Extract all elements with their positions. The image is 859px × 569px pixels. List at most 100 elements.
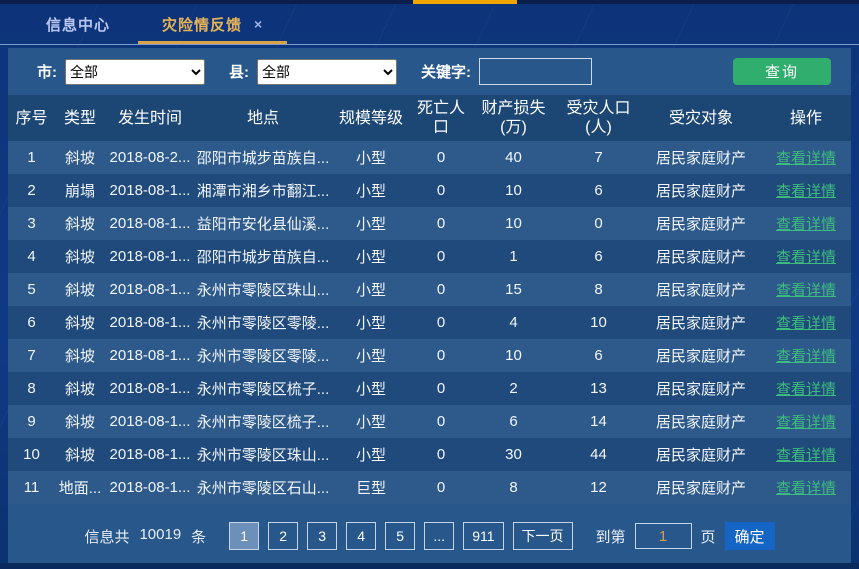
county-label: 县: xyxy=(229,61,249,82)
table-row: 1 斜坡 2018-08-2... 邵阳市城步苗族自... 小型 0 40 7 … xyxy=(8,141,851,174)
cell-deaths: 0 xyxy=(411,174,471,207)
cell-type: 斜坡 xyxy=(55,207,105,240)
cell-affected: 7 xyxy=(556,141,641,174)
cell-type: 斜坡 xyxy=(55,405,105,438)
page-button[interactable]: 2 xyxy=(268,522,298,550)
cell-affected: 0 xyxy=(556,207,641,240)
total-prefix: 信息共 xyxy=(84,526,129,547)
page-button[interactable]: 911 xyxy=(463,522,503,550)
page-button[interactable]: 3 xyxy=(307,522,337,550)
cell-scale: 小型 xyxy=(331,438,411,471)
cell-affected: 6 xyxy=(556,339,641,372)
cell-place: 永州市零陵区梳子... xyxy=(195,372,331,405)
column-header: 操作 xyxy=(761,95,851,141)
cell-target: 居民家庭财产 xyxy=(641,405,761,438)
cell-deaths: 0 xyxy=(411,240,471,273)
view-details-link[interactable]: 查看详情 xyxy=(776,345,836,366)
cell-target: 居民家庭财产 xyxy=(641,306,761,339)
view-details-link[interactable]: 查看详情 xyxy=(776,279,836,300)
view-details-link[interactable]: 查看详情 xyxy=(776,378,836,399)
cell-place: 湘潭市湘乡市翻江... xyxy=(195,174,331,207)
cell-time: 2018-08-1... xyxy=(105,306,195,339)
cell-no: 6 xyxy=(8,306,55,339)
cell-target: 居民家庭财产 xyxy=(641,372,761,405)
table-header: 序号类型发生时间地点规模等级死亡人口财产损失(万)受灾人口(人)受灾对象操作 xyxy=(8,95,851,141)
table-row: 10 斜坡 2018-08-1... 永州市零陵区珠山... 小型 0 30 4… xyxy=(8,438,851,471)
close-icon[interactable]: × xyxy=(254,16,263,32)
cell-deaths: 0 xyxy=(411,207,471,240)
cell-action: 查看详情 xyxy=(761,240,851,273)
column-header: 受灾人口(人) xyxy=(556,95,641,141)
view-details-link[interactable]: 查看详情 xyxy=(776,444,836,465)
table-row: 3 斜坡 2018-08-1... 益阳市安化县仙溪... 小型 0 10 0 … xyxy=(8,207,851,240)
tab-info-center[interactable]: 信息中心 xyxy=(20,4,136,44)
table-row: 2 崩塌 2018-08-1... 湘潭市湘乡市翻江... 小型 0 10 6 … xyxy=(8,174,851,207)
column-header: 地点 xyxy=(195,95,331,141)
view-details-link[interactable]: 查看详情 xyxy=(776,147,836,168)
cell-deaths: 0 xyxy=(411,306,471,339)
cell-action: 查看详情 xyxy=(761,372,851,405)
cell-loss: 30 xyxy=(471,438,556,471)
cell-place: 邵阳市城步苗族自... xyxy=(195,240,331,273)
cell-affected: 13 xyxy=(556,372,641,405)
page-button[interactable]: 4 xyxy=(346,522,376,550)
cell-scale: 小型 xyxy=(331,207,411,240)
view-details-link[interactable]: 查看详情 xyxy=(776,213,836,234)
cell-scale: 小型 xyxy=(331,240,411,273)
view-details-link[interactable]: 查看详情 xyxy=(776,312,836,333)
table-body: 1 斜坡 2018-08-2... 邵阳市城步苗族自... 小型 0 40 7 … xyxy=(8,141,851,504)
cell-place: 永州市零陵区珠山... xyxy=(195,438,331,471)
cell-place: 永州市零陵区零陵... xyxy=(195,306,331,339)
cell-scale: 小型 xyxy=(331,174,411,207)
cell-affected: 6 xyxy=(556,240,641,273)
table-row: 8 斜坡 2018-08-1... 永州市零陵区梳子... 小型 0 2 13 … xyxy=(8,372,851,405)
cell-loss: 40 xyxy=(471,141,556,174)
cell-scale: 小型 xyxy=(331,405,411,438)
search-button[interactable]: 查询 xyxy=(733,58,831,85)
cell-no: 8 xyxy=(8,372,55,405)
goto-label: 到第 xyxy=(596,526,626,547)
column-header: 序号 xyxy=(8,95,55,141)
tab-label: 信息中心 xyxy=(46,14,110,35)
goto-page-input[interactable] xyxy=(635,523,692,549)
cell-time: 2018-08-1... xyxy=(105,174,195,207)
city-select[interactable]: 全部 xyxy=(65,59,205,85)
page-button[interactable]: ... xyxy=(424,522,454,550)
column-header: 受灾对象 xyxy=(641,95,761,141)
cell-type: 斜坡 xyxy=(55,240,105,273)
cell-place: 永州市零陵区梳子... xyxy=(195,405,331,438)
cell-affected: 10 xyxy=(556,306,641,339)
cell-type: 斜坡 xyxy=(55,372,105,405)
cell-type: 斜坡 xyxy=(55,339,105,372)
keyword-input[interactable] xyxy=(479,58,592,85)
total-number: 10019 xyxy=(139,526,181,547)
view-details-link[interactable]: 查看详情 xyxy=(776,411,836,432)
table-row: 9 斜坡 2018-08-1... 永州市零陵区梳子... 小型 0 6 14 … xyxy=(8,405,851,438)
confirm-button[interactable]: 确定 xyxy=(725,522,775,550)
cell-no: 4 xyxy=(8,240,55,273)
view-details-link[interactable]: 查看详情 xyxy=(776,246,836,267)
next-page-button[interactable]: 下一页 xyxy=(513,522,573,550)
column-header: 死亡人口 xyxy=(411,95,471,141)
pagination-bar: 信息共 10019 条 12345...911下一页 到第 页 确定 xyxy=(8,513,851,563)
cell-time: 2018-08-1... xyxy=(105,405,195,438)
cell-deaths: 0 xyxy=(411,339,471,372)
cell-time: 2018-08-2... xyxy=(105,141,195,174)
cell-time: 2018-08-1... xyxy=(105,207,195,240)
cell-affected: 12 xyxy=(556,471,641,504)
cell-type: 斜坡 xyxy=(55,306,105,339)
cell-affected: 44 xyxy=(556,438,641,471)
tab-label: 灾险情反馈 xyxy=(162,14,242,35)
total-count: 信息共 10019 条 xyxy=(84,526,206,547)
cell-action: 查看详情 xyxy=(761,273,851,306)
tab-bar: 信息中心 灾险情反馈 × xyxy=(0,4,859,45)
cell-time: 2018-08-1... xyxy=(105,273,195,306)
cell-scale: 巨型 xyxy=(331,471,411,504)
tab-disaster-feedback[interactable]: 灾险情反馈 × xyxy=(136,4,289,44)
view-details-link[interactable]: 查看详情 xyxy=(776,477,836,498)
column-header: 发生时间 xyxy=(105,95,195,141)
page-button[interactable]: 1 xyxy=(229,522,259,550)
page-button[interactable]: 5 xyxy=(385,522,415,550)
county-select[interactable]: 全部 xyxy=(257,59,397,85)
view-details-link[interactable]: 查看详情 xyxy=(776,180,836,201)
